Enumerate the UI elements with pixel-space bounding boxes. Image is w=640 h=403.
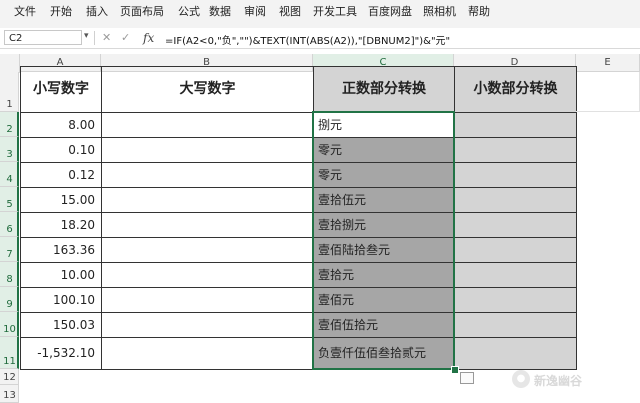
table-cell-a[interactable]: -1,532.10 <box>20 337 102 370</box>
menu-baidu-netdisk[interactable]: 百度网盘 <box>368 3 412 19</box>
table-cell-a[interactable]: 150.03 <box>20 312 102 338</box>
table-cell-b[interactable] <box>101 137 314 163</box>
watermark-logo-icon: ● <box>512 370 530 388</box>
table-cell-d[interactable] <box>454 287 577 313</box>
table-cell-c[interactable]: 壹拾捌元 <box>313 212 455 238</box>
row-header[interactable]: 5 <box>0 187 19 212</box>
select-all-corner[interactable] <box>0 54 20 73</box>
row-header[interactable]: 10 <box>0 312 19 337</box>
table-cell-c[interactable]: 壹佰陆拾叁元 <box>313 237 455 263</box>
table-cell-d[interactable] <box>454 112 577 138</box>
menu-camera[interactable]: 照相机 <box>423 3 456 19</box>
table-cell-c[interactable]: 壹佰元 <box>313 287 455 313</box>
table-cell-b[interactable] <box>101 187 314 213</box>
row-header[interactable]: 7 <box>0 237 19 262</box>
row-header[interactable]: 1 <box>0 72 19 112</box>
table-cell-d[interactable] <box>454 137 577 163</box>
worksheet: A B C D E 1 2 3 4 5 6 7 8 9 10 11 12 13 … <box>0 48 640 403</box>
header-cell-c[interactable]: 正数部分转换 <box>313 66 455 113</box>
watermark-text: 新逸幽谷 <box>534 374 583 388</box>
table-cell-c[interactable]: 零元 <box>313 137 455 163</box>
table-cell-b[interactable] <box>101 287 314 313</box>
menu-file[interactable]: 文件 <box>14 3 36 19</box>
menu-developer[interactable]: 开发工具 <box>313 3 357 19</box>
table-cell-d[interactable] <box>454 187 577 213</box>
header-cell-a[interactable]: 小写数字 <box>20 66 102 113</box>
table-cell-d[interactable] <box>454 337 577 370</box>
row-header[interactable]: 2 <box>0 112 19 137</box>
formula-input[interactable]: =IF(A2<0,"负","")&TEXT(INT(ABS(A2)),"[DBN… <box>165 32 450 47</box>
row-header[interactable]: 4 <box>0 162 19 187</box>
row-header[interactable]: 9 <box>0 287 19 312</box>
table-cell-c[interactable]: 负壹仟伍佰叁拾贰元 <box>313 337 455 370</box>
table-cell-a[interactable]: 8.00 <box>20 112 102 138</box>
table-cell-d[interactable] <box>454 312 577 338</box>
table-cell-b[interactable] <box>101 337 314 370</box>
insert-function-icon[interactable]: fx <box>143 31 154 45</box>
check-icon[interactable]: ✓ <box>121 31 130 44</box>
formula-divider <box>94 31 95 45</box>
row-header[interactable]: 13 <box>0 385 19 403</box>
table-cell-c[interactable]: 壹佰伍拾元 <box>313 312 455 338</box>
table-cell-b[interactable] <box>101 312 314 338</box>
menu-insert[interactable]: 插入 <box>86 3 108 19</box>
table-cell-c[interactable]: 捌元 <box>313 112 455 138</box>
table-cell-a[interactable]: 15.00 <box>20 187 102 213</box>
table-cell-c[interactable]: 零元 <box>313 162 455 188</box>
table-cell-a[interactable]: 10.00 <box>20 262 102 288</box>
table-cell-a[interactable]: 163.36 <box>20 237 102 263</box>
table-cell-c[interactable]: 壹拾伍元 <box>313 187 455 213</box>
fill-handle[interactable] <box>451 366 459 374</box>
table-cell-d[interactable] <box>454 212 577 238</box>
menu-page-layout[interactable]: 页面布局 <box>120 3 164 19</box>
menu-home[interactable]: 开始 <box>50 3 72 19</box>
header-cell-d[interactable]: 小数部分转换 <box>454 66 577 113</box>
cancel-icon[interactable]: ✕ <box>102 31 111 44</box>
table-cell-a[interactable]: 0.10 <box>20 137 102 163</box>
menu-review[interactable]: 审阅 <box>244 3 266 19</box>
table-cell-b[interactable] <box>101 112 314 138</box>
table-cell-a[interactable]: 100.10 <box>20 287 102 313</box>
table-cell-b[interactable] <box>101 162 314 188</box>
table-cell-d[interactable] <box>454 162 577 188</box>
cell-e1[interactable] <box>576 72 640 112</box>
table-cell-b[interactable] <box>101 262 314 288</box>
formula-bar: C2 ▾ ✕ ✓ fx =IF(A2<0,"负","")&TEXT(INT(AB… <box>0 28 640 49</box>
chevron-down-icon[interactable]: ▾ <box>84 31 89 41</box>
name-box[interactable]: C2 <box>4 30 82 45</box>
menu-bar: 文件 开始 插入 页面布局 公式 数据 审阅 视图 开发工具 百度网盘 照相机 … <box>0 0 640 20</box>
row-header[interactable]: 8 <box>0 262 19 287</box>
table-cell-a[interactable]: 18.20 <box>20 212 102 238</box>
table-cell-d[interactable] <box>454 237 577 263</box>
table-cell-c[interactable]: 壹拾元 <box>313 262 455 288</box>
menu-data[interactable]: 数据 <box>209 3 231 19</box>
menu-view[interactable]: 视图 <box>279 3 301 19</box>
table-cell-d[interactable] <box>454 262 577 288</box>
table-cell-b[interactable] <box>101 212 314 238</box>
table-cell-a[interactable]: 0.12 <box>20 162 102 188</box>
table-cell-b[interactable] <box>101 237 314 263</box>
header-cell-b[interactable]: 大写数字 <box>101 66 314 113</box>
row-header[interactable]: 11 <box>0 337 19 369</box>
menu-help[interactable]: 帮助 <box>468 3 490 19</box>
row-header[interactable]: 12 <box>0 369 19 385</box>
row-header[interactable]: 6 <box>0 212 19 237</box>
col-header-e[interactable]: E <box>576 54 640 72</box>
quick-analysis-icon[interactable] <box>460 372 474 384</box>
row-header[interactable]: 3 <box>0 137 19 162</box>
menu-formulas[interactable]: 公式 <box>178 3 200 19</box>
